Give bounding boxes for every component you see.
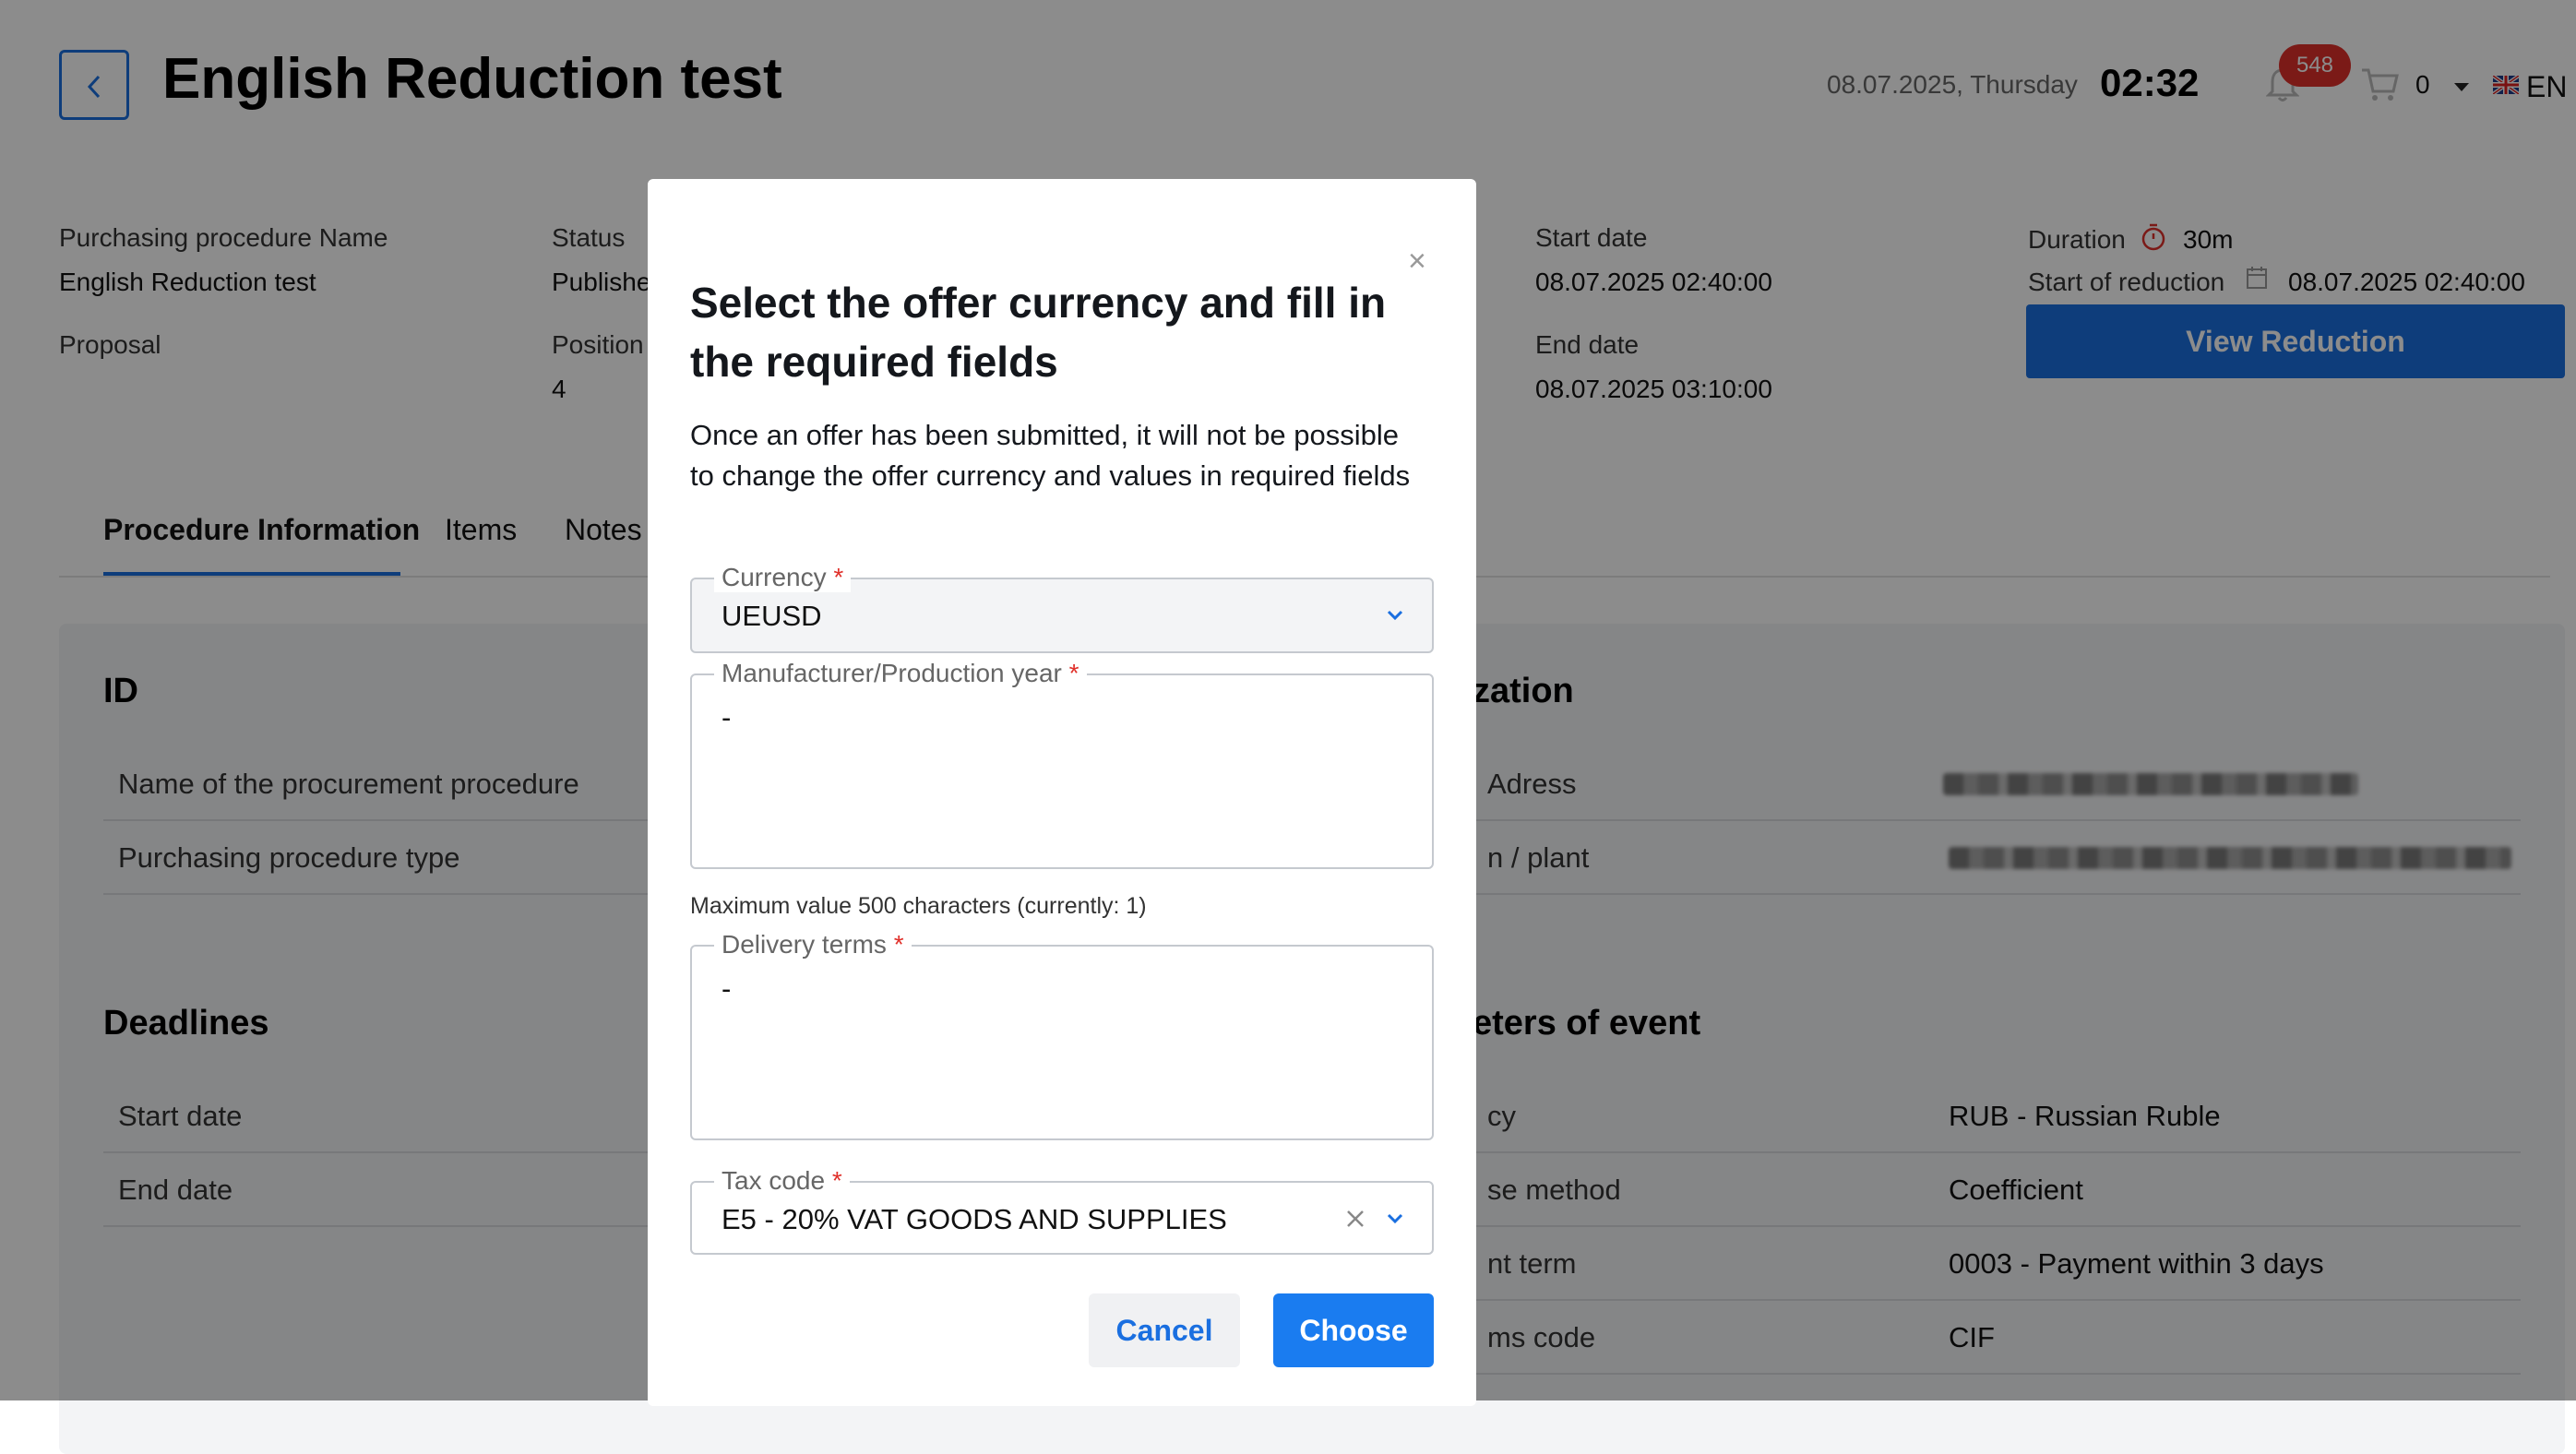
- modal-description: Once an offer has been submitted, it wil…: [690, 419, 1411, 492]
- manufacturer-value: -: [722, 701, 732, 733]
- manufacturer-label: Manufacturer/Production year *: [714, 659, 1087, 688]
- chevron-down-icon[interactable]: [1386, 1212, 1404, 1225]
- delivery-terms-label: Delivery terms *: [714, 930, 912, 959]
- character-count-hint: Maximum value 500 characters (currently:…: [690, 893, 1147, 919]
- tax-code-label: Tax code *: [714, 1166, 850, 1196]
- manufacturer-production-year-field[interactable]: Manufacturer/Production year * -: [690, 659, 1434, 869]
- cancel-button[interactable]: Cancel: [1089, 1293, 1240, 1367]
- clear-icon[interactable]: [1345, 1209, 1366, 1229]
- tax-code-select[interactable]: Tax code * E5 - 20% VAT GOODS AND SUPPLI…: [690, 1166, 1434, 1255]
- delivery-terms-field[interactable]: Delivery terms * -: [690, 930, 1434, 1140]
- currency-label: Currency *: [714, 563, 852, 592]
- delivery-terms-value: -: [722, 972, 732, 1005]
- currency-select[interactable]: Currency * UEUSD: [690, 563, 1434, 653]
- modal-title: Select the offer currency and fill in th…: [690, 279, 1387, 386]
- choose-button[interactable]: Choose: [1273, 1293, 1434, 1367]
- chevron-down-icon[interactable]: [1386, 609, 1404, 622]
- tax-code-value: E5 - 20% VAT GOODS AND SUPPLIES: [722, 1203, 1227, 1235]
- currency-value: UEUSD: [722, 600, 822, 632]
